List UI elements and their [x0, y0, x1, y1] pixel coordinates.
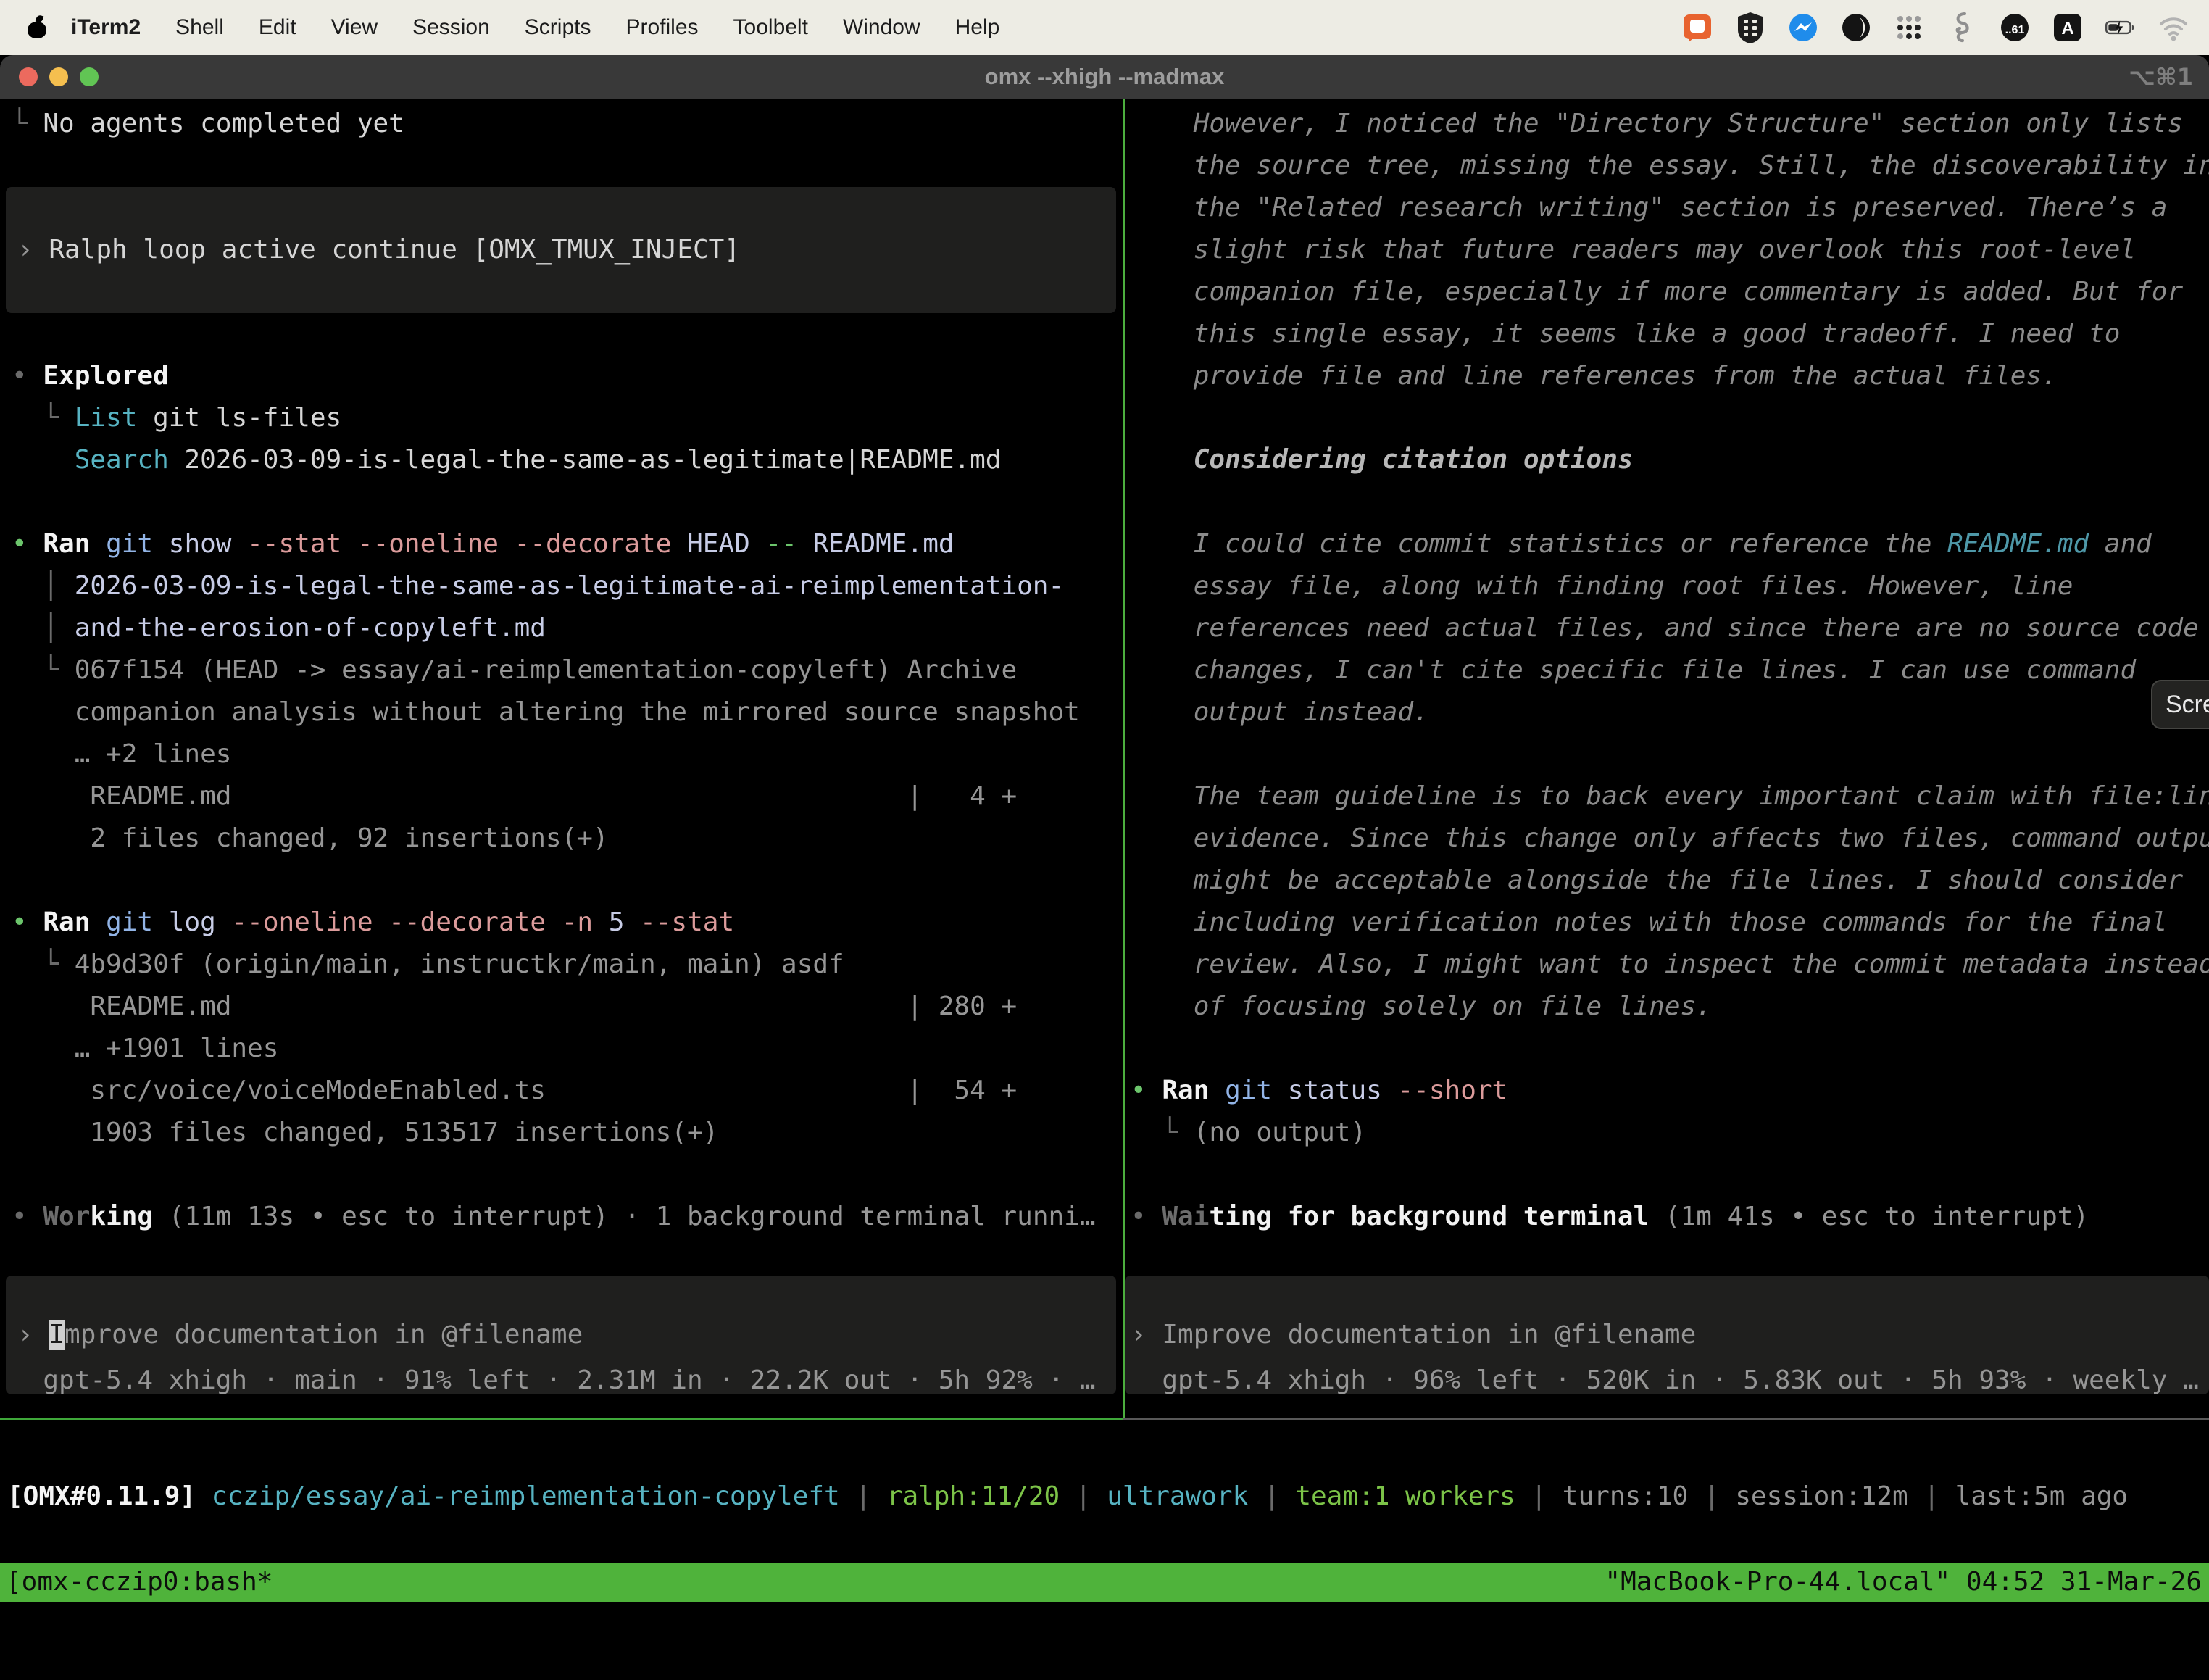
explored-search-line: Search 2026-03-09-is-legal-the-same-as-l… [0, 439, 1123, 481]
window-shortcut-badge: ⌥⌘1 [2129, 55, 2193, 99]
wifi-icon[interactable] [2157, 11, 2190, 44]
menu-item-iterm2[interactable]: iTerm2 [54, 15, 158, 40]
screen-share-tooltip: Scre [2151, 680, 2209, 729]
badge-61-label: ..61 [2005, 24, 2025, 36]
tmux-status-bar: [omx-cczip0:bash* "MacBook-Pro-44.local"… [0, 1563, 2209, 1602]
command-wrap-line: │ 2026-03-09-is-legal-the-same-as-legiti… [0, 565, 1123, 607]
reasoning-text: provide file and line references from th… [1125, 355, 2209, 397]
reasoning-text: of focusing solely on file lines. [1125, 986, 2209, 1028]
git-show-output: README.md | 4 + [0, 775, 1123, 818]
menu-item-shell[interactable]: Shell [158, 15, 241, 40]
ran-git-log-command: • Ran git log --oneline --decorate -n 5 … [0, 902, 1123, 944]
working-activity-line: • Working (11m 13s • esc to interrupt) ·… [0, 1196, 1123, 1238]
reasoning-text: evidence. Since this change only affects… [1125, 818, 2209, 860]
menu-item-toolbelt[interactable]: Toolbelt [716, 15, 825, 40]
reasoning-text: However, I noticed the "Directory Struct… [1125, 103, 2209, 145]
menu-item-edit[interactable]: Edit [241, 15, 314, 40]
git-show-output: … +2 lines [0, 733, 1123, 775]
explored-list-line: └ List git ls-files [0, 397, 1123, 439]
window-title: omx --xhigh --madmax [0, 55, 2209, 99]
reasoning-text: output instead. [1125, 691, 2209, 733]
menu-item-window[interactable]: Window [825, 15, 938, 40]
agents-status-line: └ No agents completed yet [0, 103, 1123, 145]
git-log-output: … +1901 lines [0, 1028, 1123, 1070]
left-terminal-pane: └ No agents completed yet › Ralph loop ac… [0, 99, 1123, 1418]
pane-divider[interactable] [1123, 99, 1125, 1418]
ralph-loop-banner-text: › Ralph loop active continue [OMX_TMUX_I… [6, 229, 1116, 271]
prompt-input-text: › Improve documentation in @filename [1125, 1314, 2209, 1356]
ralph-loop-banner: › Ralph loop active continue [OMX_TMUX_I… [6, 187, 1116, 313]
menu-item-help[interactable]: Help [938, 15, 1018, 40]
keypad-shield-icon[interactable] [1734, 11, 1767, 44]
tmux-host-clock: "MacBook-Pro-44.local" 04:52 31-Mar-26 [1605, 1563, 2202, 1602]
explored-header: • Explored [0, 355, 1123, 397]
git-status-output: └ (no output) [1125, 1112, 2209, 1154]
battery-charging-icon[interactable] [2104, 11, 2137, 44]
git-show-output: 2 files changed, 92 insertions(+) [0, 818, 1123, 860]
macos-menu-bar: iTerm2ShellEditViewSessionScriptsProfile… [0, 0, 2209, 55]
git-log-output: └ 4b9d30f (origin/main, instructkr/main,… [0, 944, 1123, 986]
menu-bar-status-icons: ..61 A [1681, 11, 2209, 44]
menu-item-view[interactable]: View [314, 15, 395, 40]
tmux-session-label[interactable]: [omx-cczip0:bash* [6, 1563, 273, 1602]
git-log-output: src/voice/voiceModeEnabled.ts | 54 + [0, 1070, 1123, 1112]
reasoning-text: the source tree, missing the essay. Stil… [1125, 145, 2209, 187]
squiggle-icon[interactable] [1945, 11, 1979, 44]
input-source-a-icon[interactable]: A [2051, 11, 2084, 44]
reasoning-text: review. Also, I might want to inspect th… [1125, 944, 2209, 986]
reasoning-text: essay file, along with finding root file… [1125, 565, 2209, 607]
reasoning-text: including verification notes with those … [1125, 902, 2209, 944]
messenger-icon[interactable] [1786, 11, 1820, 44]
ran-git-show-command: • Ran git show --stat --oneline --decora… [0, 523, 1123, 565]
ran-git-status-command: • Ran git status --short [1125, 1070, 2209, 1112]
git-show-output: └ 067f154 (HEAD -> essay/ai-reimplementa… [0, 649, 1123, 691]
reasoning-text: might be acceptable alongside the file l… [1125, 860, 2209, 902]
git-log-output: 1903 files changed, 513517 insertions(+) [0, 1112, 1123, 1154]
git-log-output: README.md | 280 + [0, 986, 1123, 1028]
waiting-activity-line: • Waiting for background terminal (1m 41… [1125, 1196, 2209, 1238]
menu-item-profiles[interactable]: Profiles [608, 15, 715, 40]
model-status-line: gpt-5.4 xhigh · 96% left · 520K in · 5.8… [1125, 1360, 2209, 1402]
reasoning-text: I could cite commit statistics or refere… [1125, 523, 2209, 565]
menu-item-session[interactable]: Session [395, 15, 507, 40]
reasoning-text: companion file, especially if more comme… [1125, 271, 2209, 313]
reasoning-text: this single essay, it seems like a good … [1125, 313, 2209, 355]
right-pane-bottom-border [1123, 1418, 2209, 1420]
reasoning-text: references need actual files, and since … [1125, 607, 2209, 649]
menu-item-scripts[interactable]: Scripts [507, 15, 609, 40]
crescent-circle-icon[interactable] [1839, 11, 1873, 44]
reasoning-text: the "Related research writing" section i… [1125, 187, 2209, 229]
git-show-output: companion analysis without altering the … [0, 691, 1123, 733]
model-status-line: gpt-5.4 xhigh · main · 91% left · 2.31M … [0, 1360, 1123, 1402]
reasoning-text: The team guideline is to back every impo… [1125, 775, 2209, 818]
omx-status-line: [OMX#0.11.9] cczip/essay/ai-reimplementa… [0, 1476, 2209, 1518]
reasoning-text: slight risk that future readers may over… [1125, 229, 2209, 271]
input-source-label: A [2061, 19, 2073, 38]
badge-61-icon[interactable]: ..61 [1998, 11, 2031, 44]
reasoning-text: changes, I can't cite specific file line… [1125, 649, 2209, 691]
right-terminal-pane: However, I noticed the "Directory Struct… [1125, 99, 2209, 1418]
prompt-input-text: › Improve documentation in @filename [6, 1314, 1116, 1356]
menu-items: iTerm2ShellEditViewSessionScriptsProfile… [54, 15, 1017, 40]
left-pane-bottom-border [0, 1418, 1123, 1420]
apple-menu-icon[interactable] [28, 17, 46, 38]
dots-grid-icon[interactable] [1892, 11, 1926, 44]
chat-icon[interactable] [1681, 11, 1714, 44]
reasoning-heading: Considering citation options [1125, 439, 2209, 481]
window-title-bar: omx --xhigh --madmax ⌥⌘1 [0, 55, 2209, 99]
command-wrap-line: │ and-the-erosion-of-copyleft.md [0, 607, 1123, 649]
